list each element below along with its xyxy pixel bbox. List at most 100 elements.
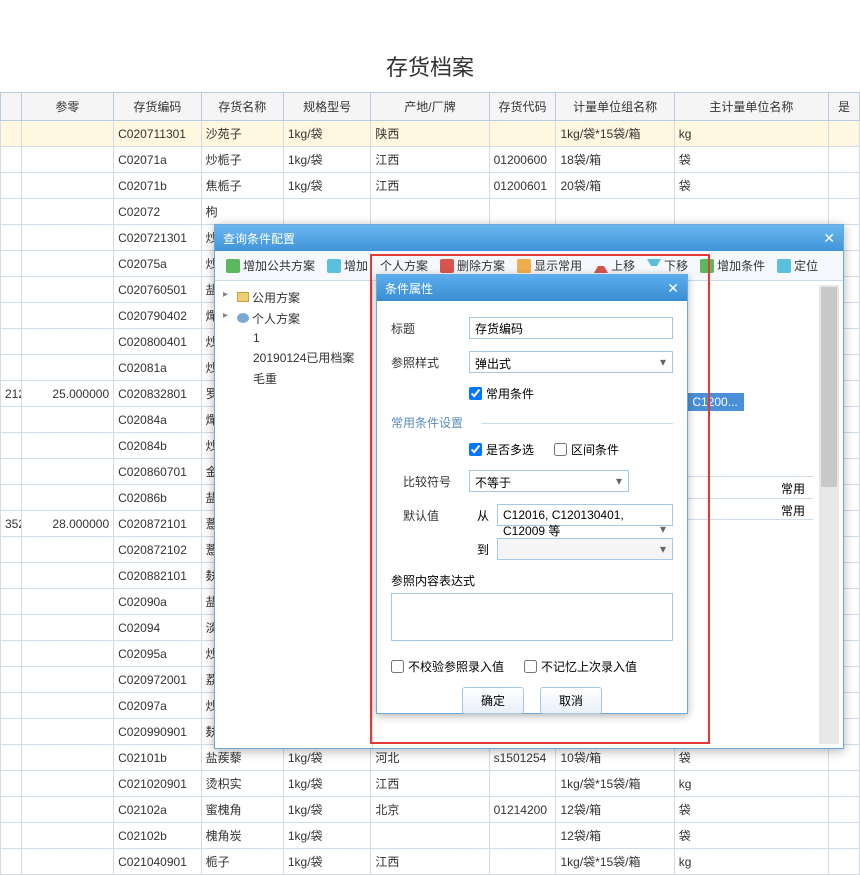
show-common-button[interactable]: 显示常用: [512, 255, 587, 276]
cell: 20袋/箱: [556, 173, 674, 199]
no-validate-checkbox[interactable]: 不校验参照录入值: [391, 658, 504, 675]
cell: [1, 719, 22, 745]
cell: [1, 459, 22, 485]
cell: kg: [674, 121, 828, 147]
title-input[interactable]: [469, 317, 673, 339]
cell: [21, 199, 114, 225]
cell: 1kg/袋: [283, 173, 370, 199]
cell: [21, 797, 114, 823]
col-unitgroup[interactable]: 计量单位组名称: [556, 93, 674, 121]
cell: [21, 225, 114, 251]
cell: [21, 771, 114, 797]
add-condition-button[interactable]: 增加条件: [695, 255, 770, 276]
col-last[interactable]: 是: [829, 93, 860, 121]
cell: 江西: [371, 173, 489, 199]
common-condition-checkbox[interactable]: 常用条件: [469, 385, 534, 402]
cell: C02090a: [114, 589, 201, 615]
cell: C020860701: [114, 459, 201, 485]
label-to: 到: [469, 541, 489, 558]
move-down-button[interactable]: 下移: [642, 255, 693, 276]
table-row[interactable]: C021020901烫枳实1kg/袋江西1kg/袋*15袋/箱kg: [1, 771, 860, 797]
cell: 槐角炭: [201, 823, 283, 849]
cell: [1, 147, 22, 173]
table-row[interactable]: C020711301沙苑子1kg/袋陕西1kg/袋*15袋/箱kg: [1, 121, 860, 147]
close-icon[interactable]: ✕: [823, 230, 835, 247]
cell: C02102b: [114, 823, 201, 849]
cell: [489, 121, 556, 147]
tree-personal[interactable]: 个人方案: [221, 308, 366, 329]
comparator-combo[interactable]: 不等于: [469, 470, 629, 492]
cell: C020832801: [114, 381, 201, 407]
table-row[interactable]: C02102b槐角炭1kg/袋12袋/箱袋: [1, 823, 860, 849]
cell: [21, 589, 114, 615]
dialog-titlebar[interactable]: 条件属性 ✕: [377, 275, 687, 301]
cell: 1kg/袋: [283, 771, 370, 797]
cell: C020972001: [114, 667, 201, 693]
default-from-combo[interactable]: C12016, C120130401, C12009 等: [497, 504, 673, 526]
table-row[interactable]: C021040901栀子1kg/袋江西1kg/袋*15袋/箱kg: [1, 849, 860, 875]
cell: C02075a: [114, 251, 201, 277]
cell: [829, 199, 860, 225]
table-row[interactable]: C02072枸: [1, 199, 860, 225]
col-stockcode[interactable]: 存货代码: [489, 93, 556, 121]
col-origin[interactable]: 产地/厂牌: [371, 93, 489, 121]
cell: C02081a: [114, 355, 201, 381]
cell: C021040901: [114, 849, 201, 875]
tree-leaf[interactable]: 1: [221, 329, 366, 347]
move-up-button[interactable]: 上移: [589, 255, 640, 276]
page-title: 存货档案: [0, 30, 860, 92]
plus-icon: [327, 259, 341, 273]
col-code[interactable]: 存货编码: [114, 93, 201, 121]
cell: C02072: [114, 199, 201, 225]
cell: [21, 849, 114, 875]
cell: [1, 199, 22, 225]
delete-plan-button[interactable]: 删除方案: [435, 255, 510, 276]
window-titlebar[interactable]: 查询条件配置 ✕: [215, 225, 843, 251]
cell: 炒栀子: [201, 147, 283, 173]
cell: 袋: [674, 797, 828, 823]
scrollbar[interactable]: [819, 285, 839, 744]
col-ref[interactable]: 参零: [21, 93, 114, 121]
table-row[interactable]: C02071b焦栀子1kg/袋江西0120060120袋/箱袋: [1, 173, 860, 199]
close-icon[interactable]: ✕: [667, 280, 679, 297]
cancel-button[interactable]: 取消: [540, 687, 602, 714]
tree-leaf[interactable]: 毛重: [221, 368, 366, 389]
cell: C02084b: [114, 433, 201, 459]
condition-property-dialog: 条件属性 ✕ 标题 参照样式 弹出式 常用条件 常用条件设置 是否多选 区间条件…: [376, 274, 688, 714]
personal-plan-button[interactable]: 个人方案: [375, 255, 433, 276]
refstyle-combo[interactable]: 弹出式: [469, 351, 673, 373]
table-row[interactable]: C02102a蜜槐角1kg/袋北京0121420012袋/箱袋: [1, 797, 860, 823]
ok-button[interactable]: 确定: [462, 687, 524, 714]
no-remember-checkbox[interactable]: 不记忆上次录入值: [524, 658, 637, 675]
cell: C020872101: [114, 511, 201, 537]
cell: 01200601: [489, 173, 556, 199]
label-refstyle: 参照样式: [391, 354, 461, 371]
cell: [556, 199, 674, 225]
col-mainunit[interactable]: 主计量单位名称: [674, 93, 828, 121]
scrollbar-thumb[interactable]: [821, 287, 837, 487]
cell: kg: [674, 849, 828, 875]
cell: [21, 251, 114, 277]
cell: 12袋/箱: [556, 797, 674, 823]
tree-public[interactable]: 公用方案: [221, 287, 366, 308]
cell: 01200600: [489, 147, 556, 173]
arrow-down-icon: [647, 259, 661, 273]
cell: [489, 849, 556, 875]
cell: [1, 485, 22, 511]
locate-button[interactable]: 定位: [772, 255, 823, 276]
col-spec[interactable]: 规格型号: [283, 93, 370, 121]
window-title: 查询条件配置: [223, 230, 295, 247]
cell: [21, 485, 114, 511]
add-public-button[interactable]: 增加公共方案: [221, 255, 320, 276]
range-condition-checkbox[interactable]: 区间条件: [554, 441, 619, 458]
tree-leaf[interactable]: 20190124已用档案: [221, 347, 366, 368]
folder-icon: [237, 292, 249, 302]
multi-select-checkbox[interactable]: 是否多选: [469, 441, 534, 458]
legend-common-settings: 常用条件设置: [391, 414, 673, 431]
cell: [283, 199, 370, 225]
expression-textarea[interactable]: [391, 593, 673, 641]
table-row[interactable]: C02071a炒栀子1kg/袋江西0120060018袋/箱袋: [1, 147, 860, 173]
row-value: 常用: [781, 480, 805, 495]
col-name[interactable]: 存货名称: [201, 93, 283, 121]
add-button[interactable]: 增加: [322, 255, 373, 276]
